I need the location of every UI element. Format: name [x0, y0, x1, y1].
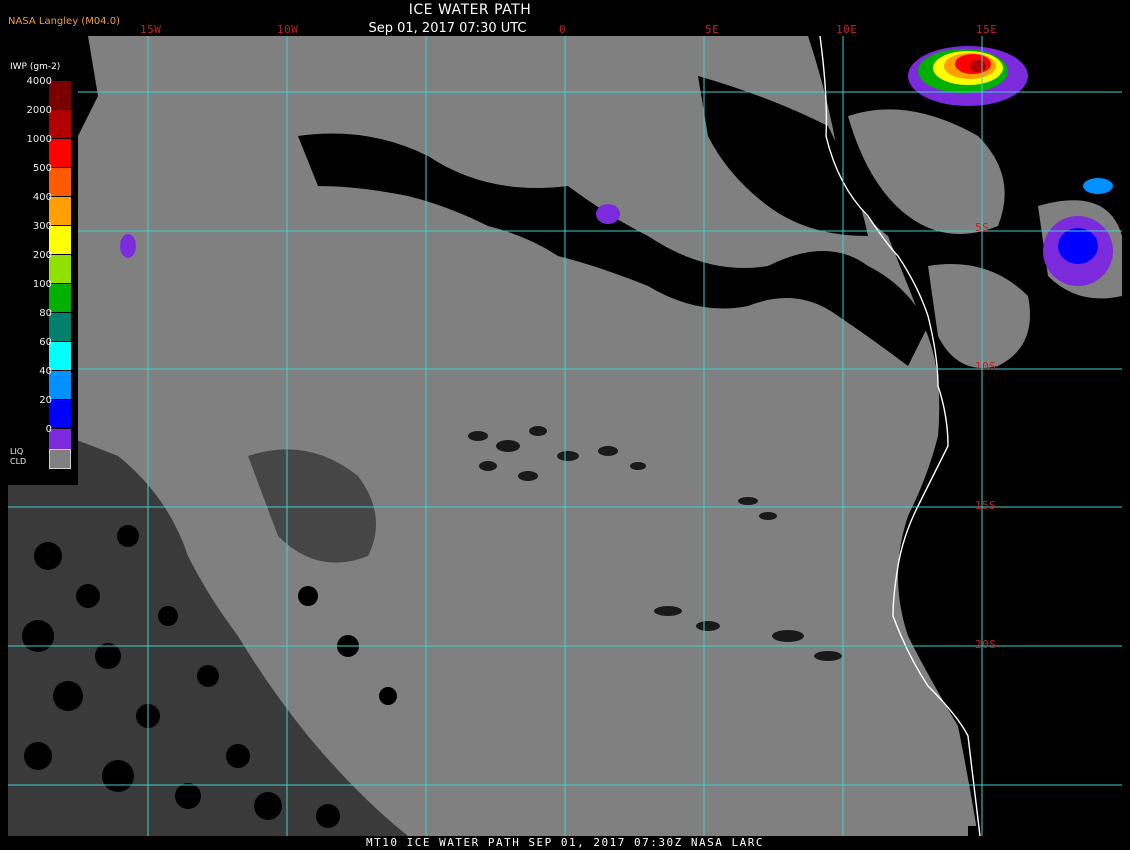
legend-tick-label: 100: [32, 279, 52, 290]
legend-title: IWP (gm-2): [10, 62, 61, 72]
legend-swatch: [49, 197, 71, 225]
legend-tick-label: 200: [32, 250, 52, 261]
legend-tick-label: 300: [32, 221, 52, 232]
color-legend: IWP (gm-2) 4000 2000 1000 500 400 300 200 100 80…: [2, 59, 78, 485]
legend-swatch: [49, 139, 71, 167]
legend-tick-label: 500: [32, 163, 52, 174]
liquid-cloud-label: LIQ CLD: [10, 447, 27, 466]
legend-swatch: [49, 81, 71, 109]
legend-swatch: [49, 400, 71, 428]
legend-tick-label: 1000: [26, 134, 52, 145]
legend-swatch: [49, 168, 71, 196]
legend-tick-label: 40: [39, 366, 52, 377]
legend-swatch: [49, 255, 71, 283]
legend-tick-label: 0: [45, 424, 52, 435]
map-canvas: [8, 36, 1122, 836]
lon-label-15e: 15E: [976, 23, 998, 36]
legend-swatch: [49, 284, 71, 312]
lat-label-15s: 15S: [975, 499, 997, 512]
legend-swatch: [49, 342, 71, 370]
lon-label-5e: 5E: [705, 23, 720, 36]
legend-swatch: [49, 226, 71, 254]
lon-label-15w: 15W: [140, 23, 162, 36]
lat-label-5s: 5S: [975, 221, 990, 234]
liquid-cloud-swatch: [49, 449, 71, 469]
lon-label-0: 0: [559, 23, 567, 36]
legend-tick-label: 20: [39, 395, 52, 406]
legend-tick-label: 2000: [26, 105, 52, 116]
map-timestamp: Sep 01, 2017 07:30 UTC: [368, 21, 527, 36]
lon-label-10e: 10E: [836, 23, 858, 36]
legend-tick-label: 80: [39, 308, 52, 319]
legend-tick-label: 400: [32, 192, 52, 203]
legend-swatch: [49, 110, 71, 138]
lat-label-10s: 10S: [975, 360, 997, 373]
satellite-map: [8, 36, 1122, 836]
lon-label-10w: 10W: [277, 23, 299, 36]
legend-swatch: [49, 313, 71, 341]
legend-swatch: [49, 371, 71, 399]
legend-tick-label: 60: [39, 337, 52, 348]
footer-caption: MT10 ICE WATER PATH SEP 01, 2017 07:30Z …: [365, 836, 764, 849]
clear-region: [968, 826, 1122, 836]
lat-label-20s: 20S: [975, 638, 997, 651]
legend-tick-label: 4000: [26, 76, 52, 87]
map-title: ICE WATER PATH: [408, 2, 532, 18]
